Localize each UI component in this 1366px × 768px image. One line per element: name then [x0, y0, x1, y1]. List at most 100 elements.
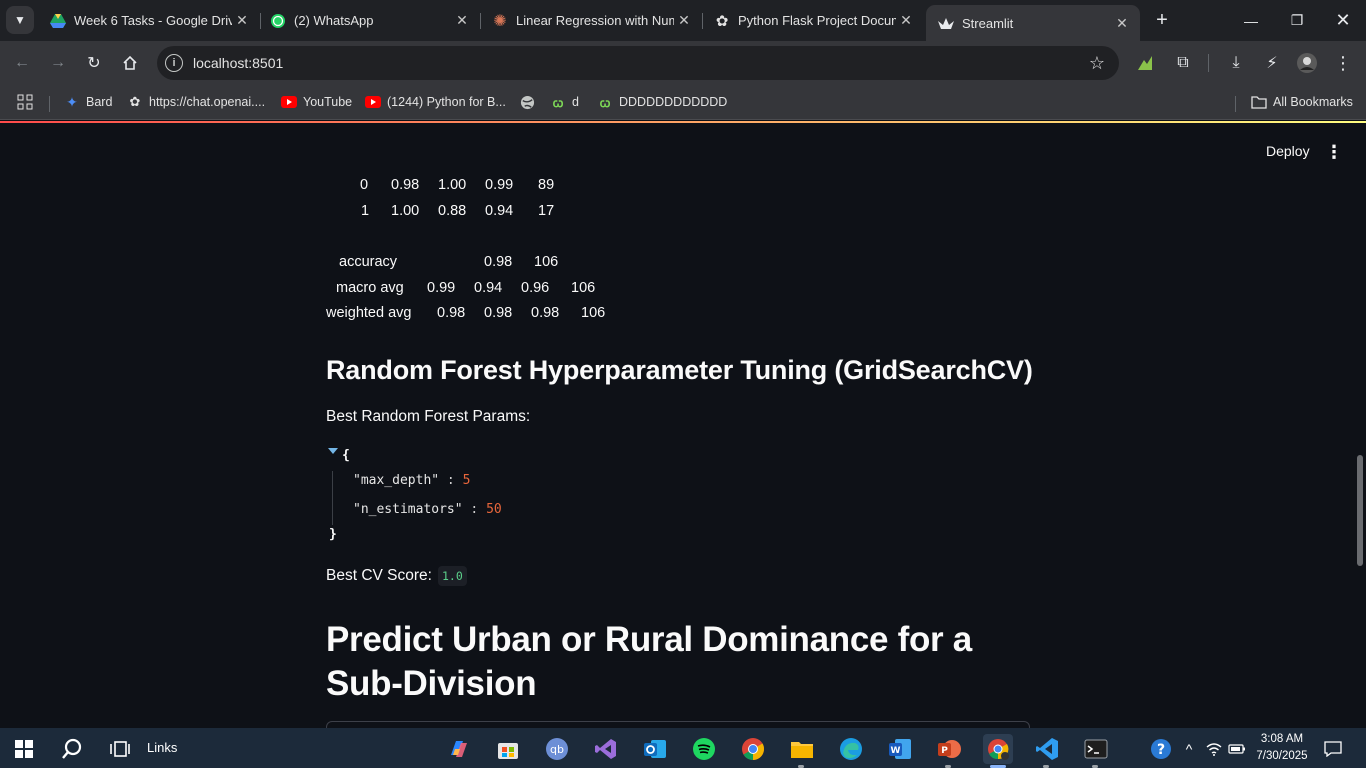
close-tab-icon[interactable]: ✕	[674, 11, 694, 31]
svg-text:W: W	[891, 746, 901, 756]
json-close-brace: }	[329, 527, 337, 542]
json-row: "max_depth" : 5	[353, 473, 471, 488]
predict-heading: Predict Urban or Rural Dominance for a S…	[326, 620, 972, 703]
spotify-icon[interactable]	[689, 734, 719, 764]
claude-icon: ✺	[493, 12, 507, 30]
report-cell: 0.99	[427, 280, 456, 296]
report-cell: 0.98	[391, 177, 420, 193]
report-cell: 106	[581, 305, 606, 321]
svg-text:qb: qb	[550, 743, 564, 756]
folder-icon	[1251, 94, 1267, 110]
forward-button[interactable]: →	[45, 50, 71, 76]
youtube-icon	[365, 94, 381, 110]
vscode-icon[interactable]	[1032, 734, 1062, 764]
whatsapp-icon	[270, 13, 286, 29]
tab-python-flask[interactable]: ✿ Python Flask Project Docume ✕	[702, 5, 924, 36]
scrollbar-track[interactable]	[1354, 121, 1366, 728]
battery-icon[interactable]	[1226, 738, 1248, 760]
restore-button[interactable]: ❐	[1274, 0, 1320, 41]
json-value: 5	[462, 473, 471, 488]
microsoft-store-icon[interactable]	[493, 734, 523, 764]
report-cell: 0	[360, 177, 369, 193]
new-tab-button[interactable]: +	[1150, 8, 1174, 32]
file-explorer-icon[interactable]	[787, 734, 817, 764]
section-heading: Random Forest Hyperparameter Tuning (Gri…	[326, 355, 1033, 385]
collapse-caret-icon[interactable]	[328, 448, 338, 454]
streamlit-app: Deploy ⋮ 0 0.98 1.00 0.99 89 1 1.00 0.88…	[0, 121, 1366, 728]
close-tab-icon[interactable]: ✕	[896, 11, 916, 31]
url-text[interactable]: localhost:8501	[193, 55, 283, 71]
qbittorrent-icon[interactable]: qb	[542, 734, 572, 764]
chrome-icon[interactable]	[738, 734, 768, 764]
download-icon[interactable]: ⤓	[1224, 51, 1248, 75]
header-decoration	[0, 121, 1366, 123]
task-view-icon[interactable]	[105, 734, 135, 764]
outlook-icon[interactable]	[640, 734, 670, 764]
bookmark-app-icon: ꞷ	[599, 95, 611, 110]
bookmark-label: d	[572, 95, 579, 109]
bookmark-chat-openai[interactable]: ✿ https://chat.openai....	[127, 92, 266, 112]
notification-icon[interactable]	[1322, 738, 1344, 760]
home-button[interactable]	[117, 50, 143, 76]
address-bar[interactable]: i localhost:8501 ☆	[157, 46, 1119, 80]
close-window-button[interactable]: ✕	[1320, 0, 1366, 41]
search-icon[interactable]	[57, 734, 87, 764]
tray-overflow-chevron-icon[interactable]: ^	[1178, 738, 1200, 760]
minimize-button[interactable]: —	[1228, 0, 1274, 41]
tab-linear-regression[interactable]: ✺ Linear Regression with Num ✕	[480, 5, 703, 36]
scrollbar-thumb[interactable]	[1357, 455, 1363, 566]
visual-studio-icon[interactable]	[591, 734, 621, 764]
help-icon[interactable]: ?	[1150, 738, 1172, 760]
edge-icon[interactable]	[836, 734, 866, 764]
taskbar-clock[interactable]: 3:08 AM 7/30/2025	[1254, 731, 1310, 765]
tab-title: Week 6 Tasks - Google Drive	[74, 13, 232, 28]
deploy-button[interactable]: Deploy	[1258, 139, 1318, 163]
report-cell: 0.98	[484, 254, 513, 270]
main-menu-icon[interactable]: ⋮	[1322, 140, 1346, 164]
windows-start-icon[interactable]	[9, 734, 39, 764]
json-key: "max_depth"	[353, 473, 440, 488]
browser-toolbar: ← → ↻ i localhost:8501 ☆ ⧉ ⤓ ⚡ ⋮	[0, 41, 1366, 85]
performance-icon[interactable]: ⚡	[1260, 51, 1284, 75]
tab-streamlit[interactable]: Streamlit ✕	[926, 5, 1140, 41]
tab-title: Python Flask Project Docume	[738, 13, 896, 28]
close-tab-icon[interactable]: ✕	[452, 11, 472, 31]
bookmark-python-for-b[interactable]: (1244) Python for B...	[365, 92, 506, 112]
links-toolbar-label[interactable]: Links	[147, 740, 177, 755]
tab-search-button[interactable]: ▼	[6, 6, 34, 34]
wifi-icon[interactable]	[1203, 738, 1225, 760]
profile-avatar[interactable]	[1295, 51, 1319, 75]
word-icon[interactable]: W	[885, 734, 915, 764]
cv-score-label: Best CV Score:	[326, 567, 432, 584]
bookmark-bard[interactable]: ✦ Bard	[64, 92, 112, 112]
report-cell: 0.94	[474, 280, 503, 296]
report-cell: 0.98	[484, 305, 513, 321]
site-info-icon[interactable]: i	[165, 54, 183, 72]
bookmark-ddd[interactable]: ꞷ DDDDDDDDDDDD	[597, 92, 728, 112]
close-tab-icon[interactable]: ✕	[232, 11, 252, 31]
bookmark-globe[interactable]	[519, 92, 541, 112]
bookmark-d[interactable]: ꞷ d	[550, 92, 579, 112]
home-icon	[123, 55, 137, 70]
reload-button[interactable]: ↻	[81, 50, 107, 76]
all-bookmarks[interactable]: All Bookmarks	[1251, 92, 1353, 112]
svg-text:?: ?	[1157, 742, 1165, 758]
json-key: "n_estimators"	[353, 502, 463, 517]
terminal-icon[interactable]	[1081, 734, 1111, 764]
apps-grid-icon[interactable]	[17, 92, 33, 112]
bookmark-youtube[interactable]: YouTube	[281, 92, 352, 112]
clock-time: 3:08 AM	[1260, 733, 1304, 745]
bookmark-app-icon: ꞷ	[552, 95, 564, 110]
tab-google-drive[interactable]: Week 6 Tasks - Google Drive ✕	[38, 5, 261, 36]
back-button[interactable]: ←	[9, 50, 35, 76]
powerpoint-icon[interactable]: P	[934, 734, 964, 764]
tab-title: Linear Regression with Num	[516, 13, 674, 28]
copilot-icon[interactable]	[444, 734, 474, 764]
chrome-profile-icon[interactable]	[983, 734, 1013, 764]
browser-menu-icon[interactable]: ⋮	[1331, 51, 1355, 75]
bookmark-star-icon[interactable]: ☆	[1089, 53, 1105, 74]
close-tab-icon[interactable]: ✕	[1112, 13, 1132, 33]
tab-whatsapp[interactable]: (2) WhatsApp ✕	[258, 5, 481, 36]
extension-icon[interactable]	[1133, 51, 1157, 75]
extensions-puzzle-icon[interactable]: ⧉	[1171, 51, 1195, 75]
